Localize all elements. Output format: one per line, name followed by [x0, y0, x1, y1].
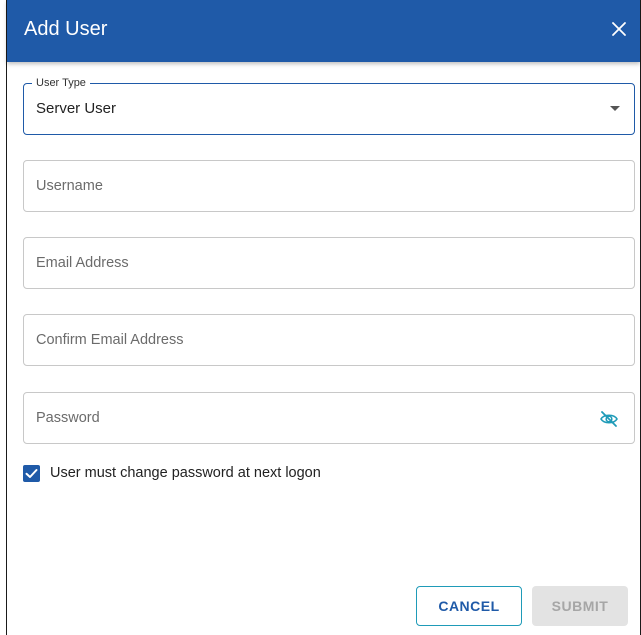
confirm-email-field[interactable] [24, 315, 634, 365]
must-change-password-label: User must change password at next logon [50, 465, 321, 481]
username-field[interactable] [24, 161, 634, 211]
user-type-select[interactable]: User Type Server User [23, 77, 635, 135]
email-field[interactable] [24, 238, 634, 288]
close-button[interactable] [608, 18, 630, 40]
submit-button[interactable]: SUBMIT [532, 586, 628, 626]
password-field[interactable] [24, 393, 634, 443]
user-type-value: Server User [36, 100, 117, 117]
dialog-title: Add User [24, 18, 108, 40]
must-change-password-row: User must change password at next logon [23, 462, 321, 484]
dialog-header: Add User [7, 0, 640, 62]
cancel-button[interactable]: CANCEL [416, 586, 522, 626]
must-change-password-checkbox[interactable] [23, 464, 40, 482]
add-user-dialog: Add User User Type Server User Username … [6, 0, 641, 635]
password-visibility-toggle[interactable] [598, 408, 620, 430]
confirm-email-field-wrapper [23, 314, 635, 366]
close-icon [612, 22, 626, 36]
eye-off-icon [600, 411, 618, 427]
checkmark-icon [25, 468, 38, 478]
username-field-wrapper [23, 160, 635, 212]
user-type-label: User Type [32, 77, 90, 89]
password-field-wrapper [23, 392, 635, 444]
chevron-down-icon [610, 106, 620, 111]
email-field-wrapper [23, 237, 635, 289]
